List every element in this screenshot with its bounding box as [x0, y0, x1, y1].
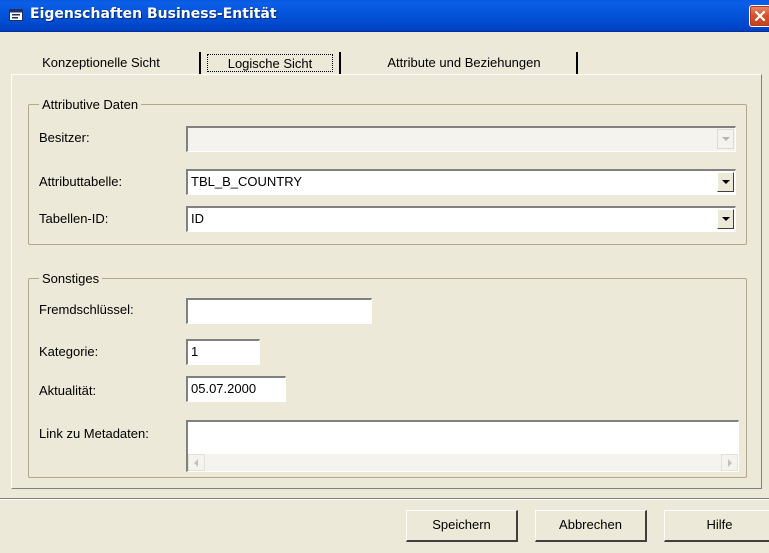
chevron-down-icon — [722, 180, 730, 184]
tab-strip: Konzeptionelle Sicht Logische Sicht Attr… — [0, 32, 769, 75]
close-button[interactable] — [749, 5, 769, 27]
save-button[interactable]: Speichern — [406, 510, 518, 542]
attributive-data-legend: Attributive Daten — [39, 97, 142, 112]
chevron-down-icon — [722, 137, 730, 141]
scroll-left-button[interactable] — [188, 454, 205, 471]
tab-attribute-und-beziehungen[interactable]: Attribute und Beziehungen — [352, 52, 578, 74]
table-id-select[interactable]: ID — [186, 206, 736, 232]
arrow-right-icon — [728, 459, 732, 467]
foreign-key-label: Fremdschlüssel: — [39, 302, 134, 317]
foreign-key-input[interactable] — [186, 298, 372, 324]
owner-label: Besitzer: — [39, 130, 90, 145]
close-icon — [754, 10, 766, 22]
category-input[interactable]: 1 — [186, 339, 260, 365]
metadata-link-textarea[interactable] — [186, 420, 739, 472]
tab-konzeptionelle-sicht[interactable]: Konzeptionelle Sicht — [12, 52, 190, 74]
arrow-left-icon — [194, 459, 198, 467]
metadata-link-label: Link zu Metadaten: — [39, 426, 149, 441]
button-separator — [0, 498, 769, 500]
actuality-input[interactable]: 05.07.2000 — [186, 376, 286, 402]
metadata-link-horizontal-scrollbar[interactable] — [188, 454, 738, 471]
chevron-down-icon — [722, 217, 730, 221]
table-id-value: ID — [191, 211, 204, 226]
dialog-window: Eigenschaften Business-Entität Konzeptio… — [0, 0, 769, 553]
window-title: Eigenschaften Business-Entität — [30, 6, 277, 22]
actuality-value: 05.07.2000 — [191, 381, 257, 396]
owner-dropdown-button[interactable] — [717, 129, 734, 149]
owner-select[interactable] — [186, 126, 736, 152]
window-icon — [9, 9, 23, 21]
tab-logische-sicht-label: Logische Sicht — [207, 54, 333, 72]
tab-logische-sicht[interactable]: Logische Sicht — [199, 52, 341, 74]
table-id-label: Tabellen-ID: — [39, 211, 109, 226]
actuality-label: Aktualität: — [39, 383, 97, 398]
category-value: 1 — [191, 344, 199, 359]
title-bar[interactable]: Eigenschaften Business-Entität — [0, 0, 769, 32]
help-button[interactable]: Hilfe — [664, 510, 769, 542]
attribute-table-value: TBL_B_COUNTRY — [191, 174, 303, 189]
attribute-table-dropdown-button[interactable] — [717, 172, 734, 192]
scroll-right-button[interactable] — [721, 454, 738, 471]
cancel-button[interactable]: Abbrechen — [535, 510, 647, 542]
misc-legend: Sonstiges — [39, 271, 103, 286]
category-label: Kategorie: — [39, 344, 99, 359]
table-id-dropdown-button[interactable] — [717, 209, 734, 229]
attribute-table-select[interactable]: TBL_B_COUNTRY — [186, 169, 736, 195]
attribute-table-label: Attributtabelle: — [39, 174, 123, 189]
